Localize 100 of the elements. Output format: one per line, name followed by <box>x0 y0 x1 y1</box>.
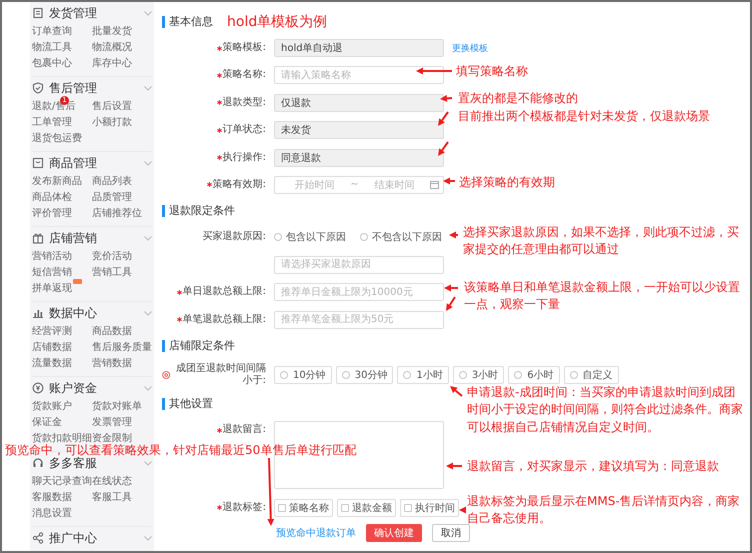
menu-section-title[interactable]: 发货管理 <box>49 4 97 22</box>
tag-option[interactable]: 执行时间 <box>400 498 459 517</box>
field-label: 订单状态: <box>222 124 266 136</box>
menu-item[interactable]: 批量发货 <box>92 24 132 40</box>
menu-item[interactable]: 营销数据 <box>92 356 132 372</box>
interval-option[interactable]: 3小时 <box>452 366 504 384</box>
menu-item[interactable]: 品质管理 <box>92 190 132 206</box>
input-field[interactable]: 推荐单笔金额上限为50元 <box>274 310 444 329</box>
annotation-text: 预览命中，可以查看策略效果，针对店铺最近50单售后单进行匹配 <box>5 443 356 457</box>
menu-item[interactable]: 拼单返现 <box>32 281 72 297</box>
menu-item[interactable]: 营销工具 <box>92 265 132 281</box>
input-field[interactable]: 请选择买家退款原因 <box>274 256 444 274</box>
menu-item[interactable]: 物流概况 <box>92 40 132 56</box>
chevron-down-icon[interactable] <box>144 10 152 16</box>
calendar-icon[interactable] <box>430 180 440 190</box>
chevron-down-icon[interactable] <box>144 236 152 240</box>
menu-section-title[interactable]: 售后管理 <box>49 80 97 96</box>
chevron-down-icon[interactable] <box>144 386 152 390</box>
menu-item[interactable]: 流量数据 <box>32 356 72 372</box>
interval-option[interactable]: 6小时 <box>508 366 560 384</box>
annotation-text: 该策略单日和单笔退款金额上限，一开始可以少设置一点，观察一下量 <box>464 279 741 314</box>
arrow <box>438 141 449 156</box>
box-icon <box>32 157 44 169</box>
menu-item[interactable]: 在线状态 <box>92 474 132 490</box>
menu-item[interactable]: 货款对账单 <box>92 399 142 415</box>
arrow <box>267 458 274 526</box>
menu-item[interactable]: 包裹中心 <box>32 56 72 72</box>
field-label: 买家退款原因: <box>202 231 266 244</box>
menu-item[interactable]: 客服工具 <box>92 490 132 506</box>
arrow <box>416 68 452 74</box>
field-label: 退款类型: <box>222 96 266 109</box>
coin-icon <box>32 382 44 394</box>
chevron-down-icon[interactable] <box>144 86 152 90</box>
field-label: 策略模板: <box>222 42 266 54</box>
arrow <box>443 178 455 184</box>
tag-option[interactable]: 策略名称 <box>274 498 333 517</box>
chevron-down-icon[interactable] <box>144 310 152 316</box>
menu-item[interactable]: 保证金 <box>32 415 62 431</box>
menu-item[interactable]: 客服数据 <box>32 490 72 506</box>
section-title: 店铺限定条件 <box>162 340 235 352</box>
interval-option[interactable]: 30分钟 <box>336 366 394 384</box>
menu-item[interactable]: 工单管理 <box>32 115 72 131</box>
radio-option[interactable]: 包含以下原因 <box>274 230 346 244</box>
annotation-text: 选择买家退款原因，如果不选择，则此项不过滤，买家提交的任意理由都可以通过 <box>463 224 740 258</box>
input-field[interactable]: 推荐单日金额上限为10000元 <box>274 283 444 302</box>
menu-section-title[interactable]: 多多客服 <box>49 454 97 472</box>
menu-item[interactable]: 营销活动 <box>32 249 72 265</box>
menu-item[interactable]: 聊天记录查询 <box>32 474 92 490</box>
menu-item[interactable]: 售后设置 <box>92 99 132 115</box>
field-label: 执行操作: <box>222 152 266 164</box>
menu-item[interactable]: 退货包运费 <box>32 131 82 147</box>
headset-icon <box>32 457 44 469</box>
menu-item[interactable]: 售后服务质量 <box>92 340 152 356</box>
menu-item[interactable]: 竞价活动 <box>92 249 132 265</box>
preview-link[interactable]: 预览命中退款订单 <box>276 526 356 540</box>
interval-option[interactable]: 10分钟 <box>274 366 332 384</box>
menu-section-title[interactable]: 数据中心 <box>49 304 97 322</box>
chevron-down-icon[interactable] <box>144 160 152 166</box>
radio-icon[interactable] <box>360 233 368 242</box>
arrow <box>446 462 462 470</box>
arrow <box>450 386 463 397</box>
menu-item[interactable]: 商品体检 <box>32 190 72 206</box>
radio-icon[interactable] <box>274 233 282 242</box>
cancel-button[interactable]: 取消 <box>432 524 470 542</box>
confirm-button[interactable]: 确认创建 <box>366 524 422 542</box>
radio-option[interactable]: 不包含以下原因 <box>360 230 442 244</box>
interval-option[interactable]: 自定义 <box>564 366 619 384</box>
chevron-down-icon[interactable] <box>144 460 152 466</box>
menu-section-title[interactable]: 推广中心 <box>49 530 97 546</box>
section-title: 其他设置 <box>162 398 213 410</box>
menu-item[interactable]: 发布新商品 <box>32 174 82 190</box>
interval-option[interactable]: 1小时 <box>397 366 449 384</box>
menu-item[interactable]: 发票管理 <box>92 415 132 431</box>
menu-section-title[interactable]: 商品管理 <box>49 154 97 172</box>
annotation-text: 申请退款-成团时间：当买家的申请退款时间到成团时间小于设定的时间间隔，则符合此过滤条件。商家可以根据自己店铺情况自定义时间。 <box>467 384 744 436</box>
arrow <box>459 506 467 514</box>
menu-section-title[interactable]: 店铺营销 <box>49 230 97 246</box>
menu-section-title[interactable]: 账户资金 <box>49 380 97 396</box>
field-label: 退款标签: <box>222 502 266 514</box>
input-field[interactable]: 请输入策略名称 <box>274 66 444 84</box>
menu-item[interactable]: 店铺推荐位 <box>92 206 142 222</box>
tag-option[interactable]: 退款金额 <box>337 498 396 517</box>
menu-item[interactable]: 库存中心 <box>92 56 132 72</box>
menu-item[interactable]: 商品列表 <box>92 174 132 190</box>
arrow <box>444 284 458 292</box>
document-icon <box>32 7 44 19</box>
menu-item[interactable]: 订单查询 <box>32 24 72 40</box>
annotation-text: hold单模板为例 <box>227 13 328 31</box>
menu-item[interactable]: 物流工具 <box>32 40 72 56</box>
menu-item[interactable]: 店铺数据 <box>32 340 72 356</box>
menu-item[interactable]: 评价管理 <box>32 206 72 222</box>
menu-item[interactable]: 消息设置 <box>32 506 72 522</box>
chevron-down-icon[interactable] <box>144 536 152 540</box>
menu-item[interactable]: 经营评测 <box>32 324 72 340</box>
annotation-text: 退款标签为最后显示在MMS-售后详情页内容，商家自己备忘使用。 <box>467 493 741 528</box>
menu-item[interactable]: 小额打款 <box>92 115 132 131</box>
menu-item[interactable]: 短信营销 <box>32 265 72 281</box>
menu-item[interactable]: 商品数据 <box>92 324 132 340</box>
gift-icon <box>32 232 44 244</box>
menu-item[interactable]: 货款账户 <box>32 399 72 415</box>
